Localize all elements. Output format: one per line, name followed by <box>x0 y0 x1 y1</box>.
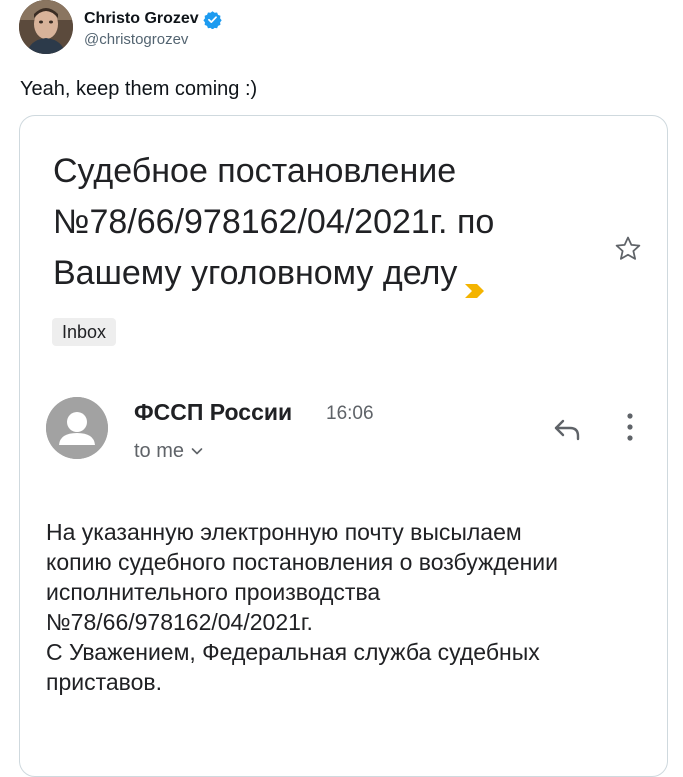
email-body-line: С Уважением, Федеральная служба судебных <box>46 639 540 665</box>
author-name-row: Christo Grozev <box>84 9 222 29</box>
star-icon[interactable] <box>613 234 643 264</box>
author-handle[interactable]: @christogrozev <box>84 31 188 49</box>
email-subject-text: Судебное постановление №78/66/978162/04/… <box>53 152 495 292</box>
importance-marker-icon <box>463 263 487 299</box>
tweet-media-image[interactable]: Судебное постановление №78/66/978162/04/… <box>19 115 668 777</box>
reply-icon[interactable] <box>552 416 582 442</box>
author-avatar[interactable] <box>19 0 73 54</box>
sender-name: ФССП России <box>134 399 293 425</box>
email-body-line: №78/66/978162/04/2021г. <box>46 609 313 635</box>
email-body-line: На указанную электронную почту высылаем <box>46 519 522 545</box>
email-subject: Судебное постановление №78/66/978162/04/… <box>53 146 573 299</box>
more-options-icon[interactable] <box>625 412 635 442</box>
chevron-down-icon[interactable] <box>190 444 204 458</box>
email-body: На указанную электронную почту высылаем … <box>46 517 646 697</box>
sender-avatar <box>46 397 108 459</box>
verified-badge-icon <box>203 10 222 29</box>
email-body-line: приставов. <box>46 669 163 695</box>
recipient-row[interactable]: to me <box>134 438 204 464</box>
tweet-text: Yeah, keep them coming :) <box>20 78 258 100</box>
email-time: 16:06 <box>326 403 374 424</box>
email-body-line: исполнительного производства <box>46 579 381 605</box>
author-name[interactable]: Christo Grozev <box>84 9 199 29</box>
inbox-label-chip[interactable]: Inbox <box>52 318 117 346</box>
recipient-text[interactable]: to me <box>134 438 184 464</box>
email-body-line: копию судебного постановления о возбужде… <box>46 549 558 575</box>
